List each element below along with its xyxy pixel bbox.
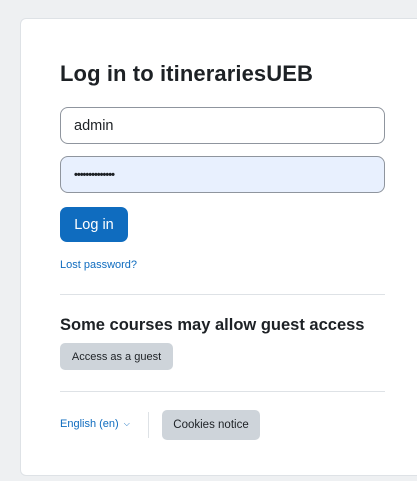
login-button[interactable]: Log in bbox=[60, 207, 128, 242]
divider bbox=[60, 391, 385, 392]
cookies-notice-button[interactable]: Cookies notice bbox=[162, 410, 260, 440]
guest-access-heading: Some courses may allow guest access bbox=[60, 316, 365, 334]
page-title: Log in to itinerariesUEB bbox=[60, 61, 313, 86]
username-input[interactable] bbox=[60, 107, 385, 144]
chevron-down-icon: ⌵ bbox=[123, 419, 130, 428]
language-label: English (en) bbox=[60, 418, 119, 430]
lost-password-link[interactable]: Lost password? bbox=[60, 259, 137, 271]
password-input[interactable] bbox=[60, 156, 385, 193]
guest-access-button[interactable]: Access as a guest bbox=[60, 343, 173, 370]
language-selector[interactable]: English (en) ⌵ bbox=[60, 418, 130, 430]
divider bbox=[60, 294, 385, 295]
vertical-divider bbox=[148, 412, 149, 438]
login-card: Log in to itinerariesUEB Log in Lost pas… bbox=[20, 18, 417, 476]
